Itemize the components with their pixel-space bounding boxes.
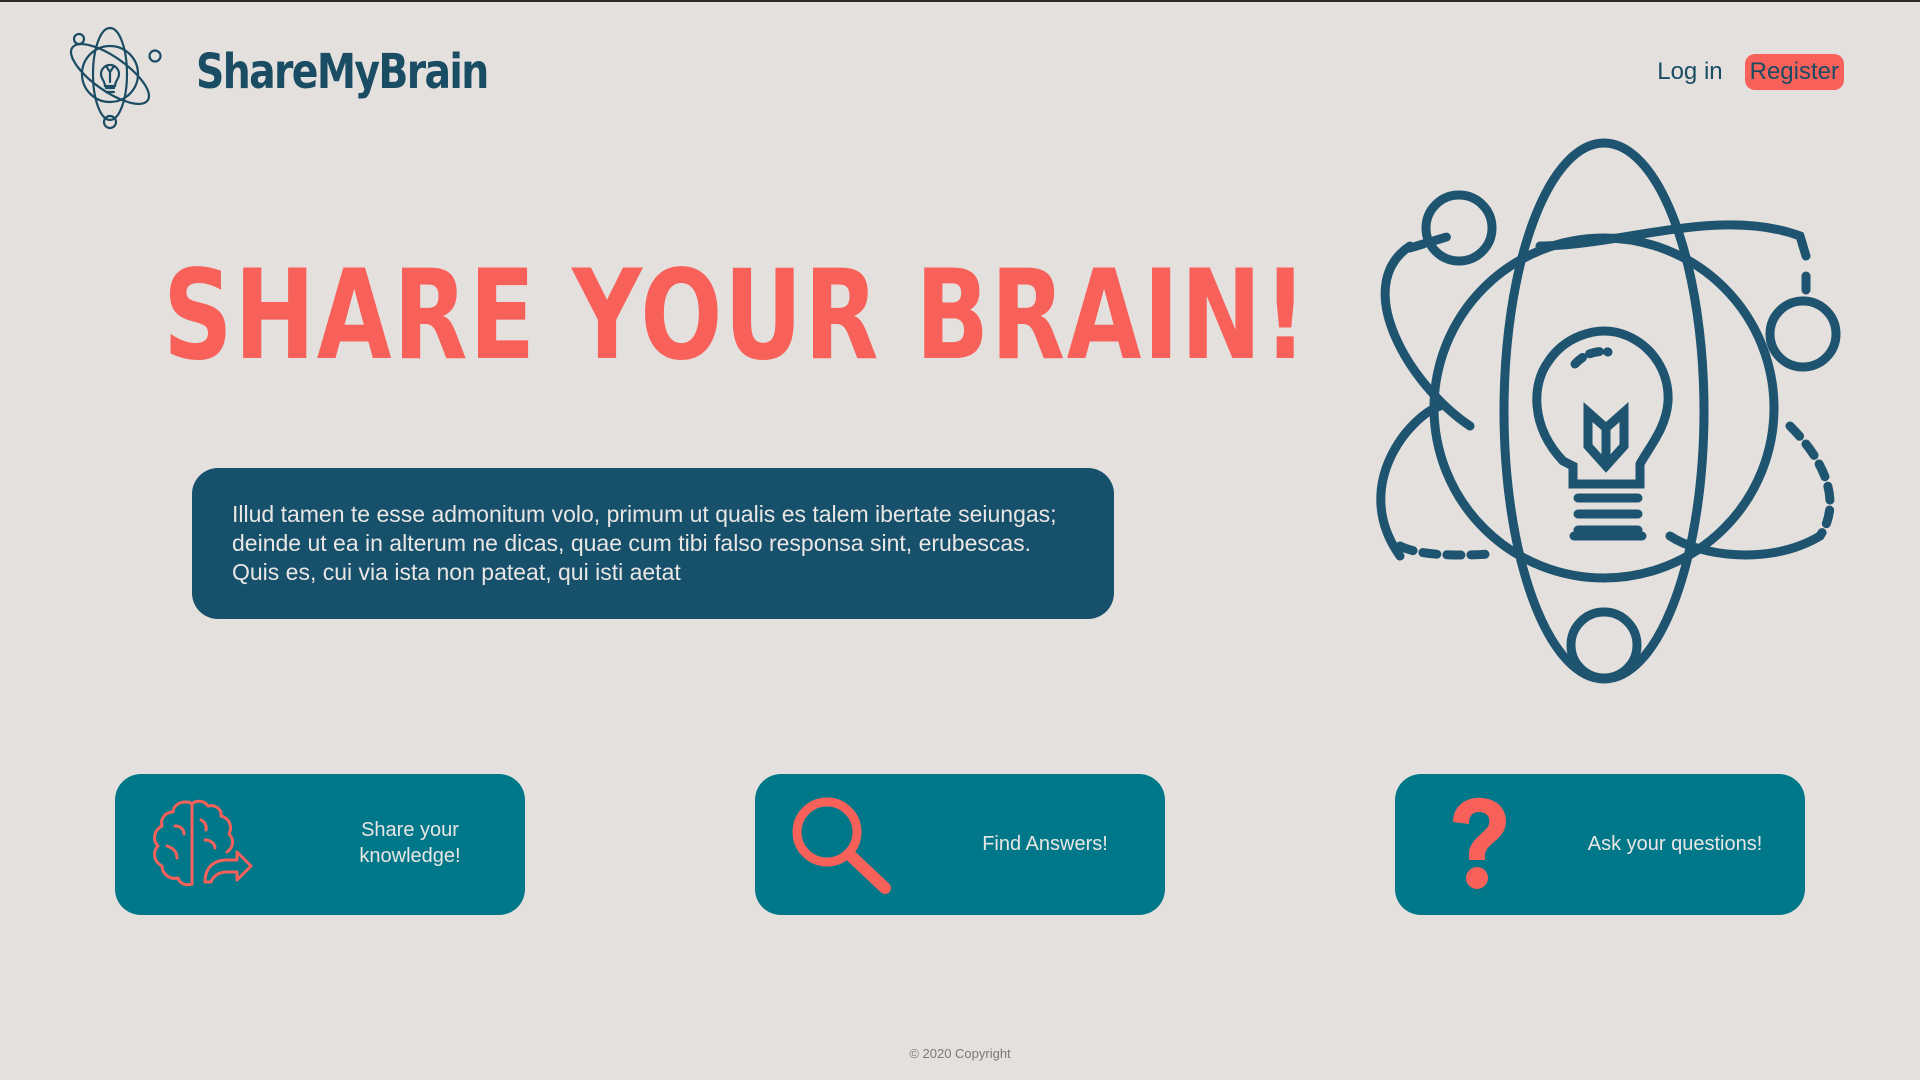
- feature-label: Ask your questions!: [1587, 833, 1763, 855]
- top-nav: Log in Register: [1657, 54, 1844, 90]
- feature-label: Share your knowledge!: [359, 819, 461, 867]
- login-link[interactable]: Log in: [1657, 58, 1722, 86]
- brain-share-icon: [145, 794, 255, 894]
- register-button[interactable]: Register: [1744, 54, 1844, 90]
- feature-card-ask[interactable]: Ask your questions!: [1395, 774, 1805, 915]
- atom-lightbulb-illustration-icon: [1370, 126, 1870, 696]
- magnifier-icon: [785, 794, 895, 894]
- footer-copyright: © 2020 Copyright: [909, 1046, 1011, 1061]
- feature-label: Find Answers!: [982, 833, 1108, 855]
- feature-card-find[interactable]: Find Answers!: [755, 774, 1165, 915]
- brand-name[interactable]: ShareMyBrain: [196, 44, 489, 100]
- question-mark-icon: [1425, 794, 1535, 894]
- hero-title: SHARE YOUR BRAIN!: [163, 244, 1309, 388]
- hero-description-box: Illud tamen te esse admonitum volo, prim…: [192, 468, 1114, 619]
- feature-card-share[interactable]: Share your knowledge!: [115, 774, 525, 915]
- hero-description: Illud tamen te esse admonitum volo, prim…: [232, 501, 1057, 585]
- site-header: ShareMyBrain Log in Register: [0, 0, 1920, 140]
- atom-lightbulb-logo-icon[interactable]: [60, 14, 164, 134]
